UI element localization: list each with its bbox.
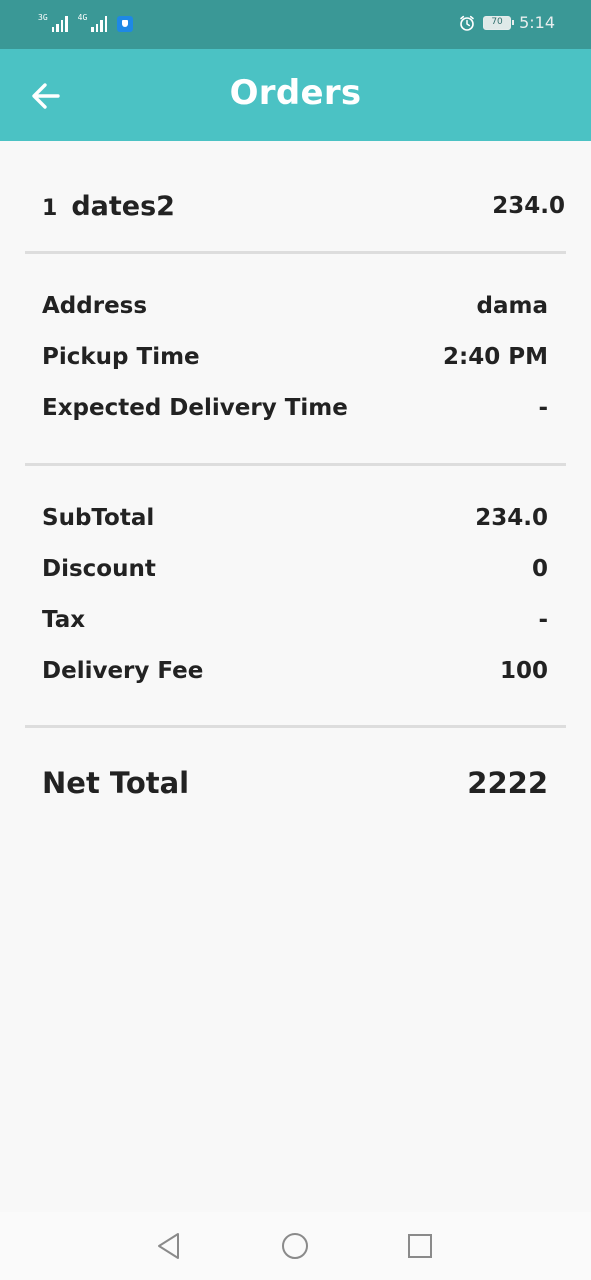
address-label: Address bbox=[42, 293, 148, 319]
status-left: 3G 4G bbox=[38, 13, 134, 32]
circle-home-icon bbox=[282, 1233, 308, 1259]
triangle-back-icon bbox=[158, 1233, 179, 1259]
vpn-shield-icon bbox=[117, 16, 134, 32]
signal-icon bbox=[91, 14, 108, 32]
network-type-2: 4G bbox=[77, 13, 88, 22]
item-price: 234.0 bbox=[492, 193, 565, 219]
app-bar: Orders bbox=[0, 49, 591, 141]
discount-label: Discount bbox=[42, 556, 156, 582]
tax-row: Tax - bbox=[42, 605, 548, 635]
network-type-1: 3G bbox=[38, 13, 48, 22]
nav-home-button[interactable] bbox=[279, 1230, 311, 1262]
order-item-info: 1 dates2 bbox=[42, 191, 175, 222]
system-nav-bar bbox=[0, 1212, 591, 1280]
address-value: dama bbox=[476, 293, 548, 319]
expected-delivery-label: Expected Delivery Time bbox=[42, 395, 348, 421]
battery-level: 70 bbox=[491, 16, 503, 27]
expected-delivery-value: - bbox=[538, 395, 548, 421]
delivery-fee-label: Delivery Fee bbox=[42, 658, 204, 684]
pickup-time-value: 2:40 PM bbox=[443, 344, 548, 370]
net-total-value: 2222 bbox=[467, 766, 548, 800]
subtotal-row: SubTotal 234.0 bbox=[42, 503, 548, 533]
delivery-fee-value: 100 bbox=[499, 658, 548, 684]
status-bar: 3G 4G 70 5:14 bbox=[0, 0, 591, 49]
divider bbox=[25, 725, 566, 728]
tax-value: - bbox=[538, 607, 548, 633]
square-recents-icon bbox=[408, 1234, 432, 1258]
item-name: dates2 bbox=[71, 190, 175, 222]
item-quantity: 1 bbox=[42, 195, 58, 221]
battery-icon: 70 bbox=[483, 15, 515, 30]
discount-value: 0 bbox=[531, 556, 548, 582]
page-title: Orders bbox=[229, 73, 362, 113]
delivery-fee-row: Delivery Fee 100 bbox=[42, 656, 548, 686]
tax-label: Tax bbox=[42, 607, 86, 633]
alarm-clock-icon bbox=[460, 15, 474, 31]
expected-delivery-row: Expected Delivery Time - bbox=[42, 393, 548, 423]
nav-back-button[interactable] bbox=[154, 1230, 186, 1262]
net-total-label: Net Total bbox=[42, 766, 190, 800]
status-time: 5:14 bbox=[519, 13, 555, 32]
status-right: 70 5:14 bbox=[459, 13, 555, 32]
pickup-time-row: Pickup Time 2:40 PM bbox=[42, 342, 548, 372]
subtotal-value: 234.0 bbox=[475, 505, 548, 531]
signal-icon bbox=[51, 14, 68, 32]
divider bbox=[25, 463, 566, 466]
pickup-time-label: Pickup Time bbox=[42, 344, 200, 370]
subtotal-label: SubTotal bbox=[42, 505, 155, 531]
discount-row: Discount 0 bbox=[42, 554, 548, 584]
nav-recents-button[interactable] bbox=[404, 1230, 436, 1262]
net-total-row: Net Total 2222 bbox=[42, 764, 548, 802]
order-item-row: 1 dates2 234.0 bbox=[42, 188, 565, 224]
divider bbox=[25, 251, 566, 254]
address-row: Address dama bbox=[42, 291, 548, 321]
